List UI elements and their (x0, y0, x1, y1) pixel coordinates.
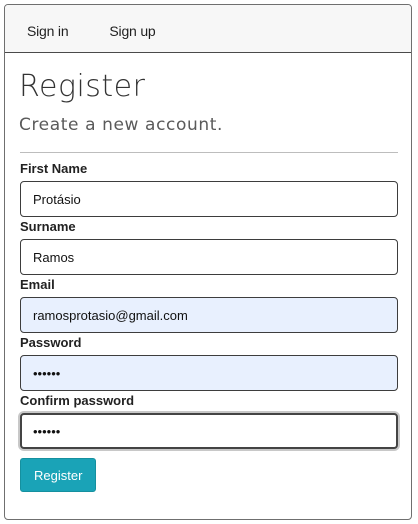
first-name-label: First Name (20, 161, 88, 176)
password-input[interactable] (20, 355, 398, 391)
password-label: Password (20, 335, 82, 350)
confirm-password-label: Confirm password (20, 393, 135, 408)
header-divider (20, 152, 398, 153)
register-button[interactable]: Register (20, 458, 97, 492)
app-frame: Sign in Sign up Register Create a new ac… (4, 4, 412, 520)
email-input[interactable] (20, 297, 398, 333)
page-title: Register (19, 69, 146, 104)
register-panel: Register Create a new account. First Nam… (5, 71, 411, 492)
navbar: Sign in Sign up (5, 5, 411, 53)
nav-sign-up-link[interactable]: Sign up (99, 18, 155, 39)
surname-input[interactable] (20, 239, 398, 275)
page-subtitle: Create a new account. (19, 115, 223, 135)
nav-sign-in-link[interactable]: Sign in (17, 18, 69, 39)
register-form: First Name Surname Email Password Confir… (19, 162, 398, 492)
surname-label: Surname (20, 219, 76, 234)
first-name-input[interactable] (20, 181, 398, 217)
confirm-password-input[interactable] (20, 413, 398, 449)
email-label: Email (20, 277, 55, 292)
